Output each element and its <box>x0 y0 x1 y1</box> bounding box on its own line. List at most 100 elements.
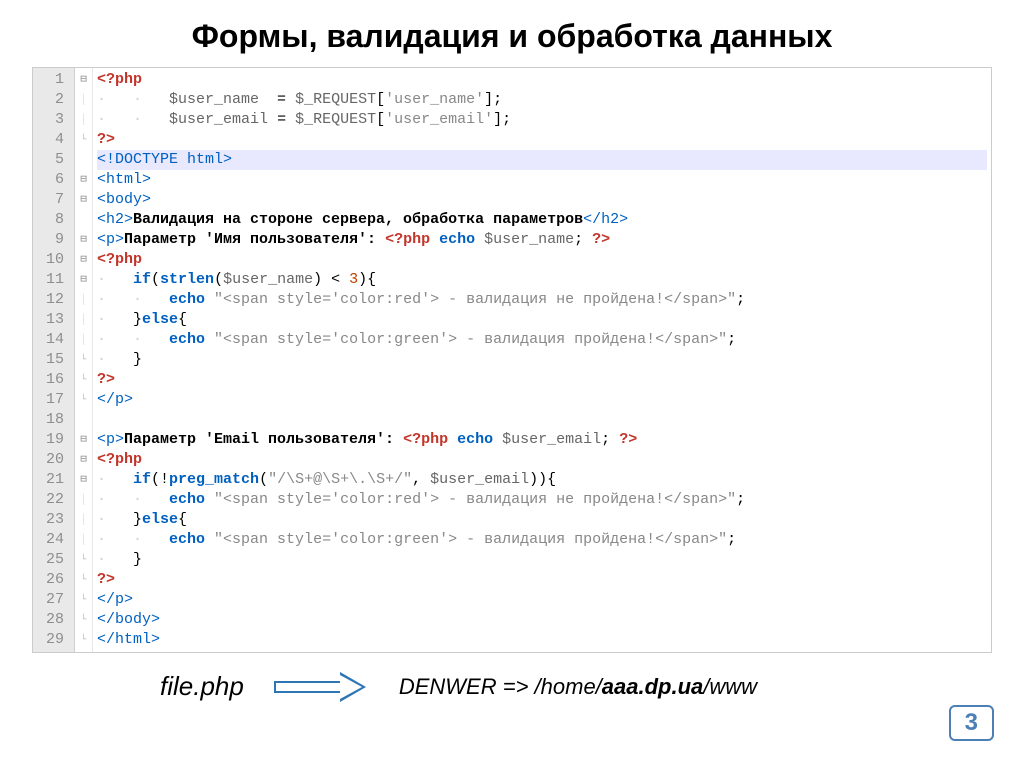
footer-row: file.php DENWER => /home/aaa.dp.ua/www <box>30 671 994 702</box>
line-number: 27 <box>39 590 64 610</box>
line-number: 16 <box>39 370 64 390</box>
code-line: · if(strlen($user_name) < 3){ <box>97 270 987 290</box>
code-line: <p>Параметр 'Email пользователя': <?php … <box>97 430 987 450</box>
fold-column <box>75 68 93 652</box>
line-number: 15 <box>39 350 64 370</box>
fold-marker <box>75 130 92 150</box>
fold-marker <box>75 530 92 550</box>
line-number-gutter: 1234567891011121314151617181920212223242… <box>33 68 75 652</box>
line-number: 28 <box>39 610 64 630</box>
code-line: <html> <box>97 170 987 190</box>
line-number: 10 <box>39 250 64 270</box>
line-number: 17 <box>39 390 64 410</box>
fold-marker <box>75 250 92 270</box>
line-number: 14 <box>39 330 64 350</box>
code-line: · } <box>97 350 987 370</box>
code-line: · · echo "<span style='color:green'> - в… <box>97 330 987 350</box>
line-number: 2 <box>39 90 64 110</box>
code-line: · · $user_name = $_REQUEST['user_name']; <box>97 90 987 110</box>
line-number: 6 <box>39 170 64 190</box>
fold-marker <box>75 570 92 590</box>
line-number: 19 <box>39 430 64 450</box>
fold-marker <box>75 170 92 190</box>
line-number: 29 <box>39 630 64 650</box>
code-line: <!DOCTYPE html> <box>97 150 987 170</box>
line-number: 11 <box>39 270 64 290</box>
fold-marker <box>75 150 92 170</box>
fold-marker <box>75 310 92 330</box>
line-number: 25 <box>39 550 64 570</box>
line-number: 23 <box>39 510 64 530</box>
arrow-icon <box>274 673 369 701</box>
code-line: · · echo "<span style='color:red'> - вал… <box>97 290 987 310</box>
page-title: Формы, валидация и обработка данных <box>30 18 994 55</box>
line-number: 12 <box>39 290 64 310</box>
fold-marker <box>75 290 92 310</box>
line-number: 3 <box>39 110 64 130</box>
fold-marker <box>75 270 92 290</box>
code-line: · · echo "<span style='color:green'> - в… <box>97 530 987 550</box>
line-number: 7 <box>39 190 64 210</box>
fold-marker <box>75 610 92 630</box>
fold-marker <box>75 430 92 450</box>
code-area: <?php· · $user_name = $_REQUEST['user_na… <box>93 68 991 652</box>
code-line: <?php <box>97 250 987 270</box>
fold-marker <box>75 490 92 510</box>
server-path: DENWER => /home/aaa.dp.ua/www <box>399 674 757 700</box>
code-line: </p> <box>97 390 987 410</box>
code-line: ?> <box>97 370 987 390</box>
code-line: ?> <box>97 130 987 150</box>
code-line: · }else{ <box>97 310 987 330</box>
path-domain: aaa.dp.ua <box>602 674 703 699</box>
line-number: 18 <box>39 410 64 430</box>
code-line: </body> <box>97 610 987 630</box>
page-number-badge: 3 <box>949 705 994 741</box>
line-number: 4 <box>39 130 64 150</box>
fold-marker <box>75 210 92 230</box>
line-number: 5 <box>39 150 64 170</box>
fold-marker <box>75 390 92 410</box>
code-line: · }else{ <box>97 510 987 530</box>
code-line: <?php <box>97 70 987 90</box>
code-line: · } <box>97 550 987 570</box>
path-prefix: DENWER => /home/ <box>399 674 602 699</box>
line-number: 9 <box>39 230 64 250</box>
fold-marker <box>75 350 92 370</box>
fold-marker <box>75 230 92 250</box>
fold-marker <box>75 630 92 650</box>
fold-marker <box>75 190 92 210</box>
line-number: 13 <box>39 310 64 330</box>
line-number: 20 <box>39 450 64 470</box>
path-suffix: /www <box>703 674 757 699</box>
code-line <box>97 410 987 430</box>
code-line: <?php <box>97 450 987 470</box>
fold-marker <box>75 330 92 350</box>
code-line: <h2>Валидация на стороне сервера, обрабо… <box>97 210 987 230</box>
code-line: · · echo "<span style='color:red'> - вал… <box>97 490 987 510</box>
line-number: 22 <box>39 490 64 510</box>
code-line: </p> <box>97 590 987 610</box>
fold-marker <box>75 590 92 610</box>
code-line: ?> <box>97 570 987 590</box>
filename-label: file.php <box>160 671 244 702</box>
code-line: </html> <box>97 630 987 650</box>
fold-marker <box>75 370 92 390</box>
line-number: 24 <box>39 530 64 550</box>
fold-marker <box>75 90 92 110</box>
code-line: · · $user_email = $_REQUEST['user_email'… <box>97 110 987 130</box>
fold-marker <box>75 70 92 90</box>
fold-marker <box>75 110 92 130</box>
code-editor: 1234567891011121314151617181920212223242… <box>32 67 992 653</box>
fold-marker <box>75 450 92 470</box>
fold-marker <box>75 510 92 530</box>
line-number: 1 <box>39 70 64 90</box>
fold-marker <box>75 410 92 430</box>
code-line: <body> <box>97 190 987 210</box>
fold-marker <box>75 470 92 490</box>
fold-marker <box>75 550 92 570</box>
code-line: · if(!preg_match("/\S+@\S+\.\S+/", $user… <box>97 470 987 490</box>
line-number: 8 <box>39 210 64 230</box>
line-number: 21 <box>39 470 64 490</box>
code-line: <p>Параметр 'Имя пользователя': <?php ec… <box>97 230 987 250</box>
line-number: 26 <box>39 570 64 590</box>
